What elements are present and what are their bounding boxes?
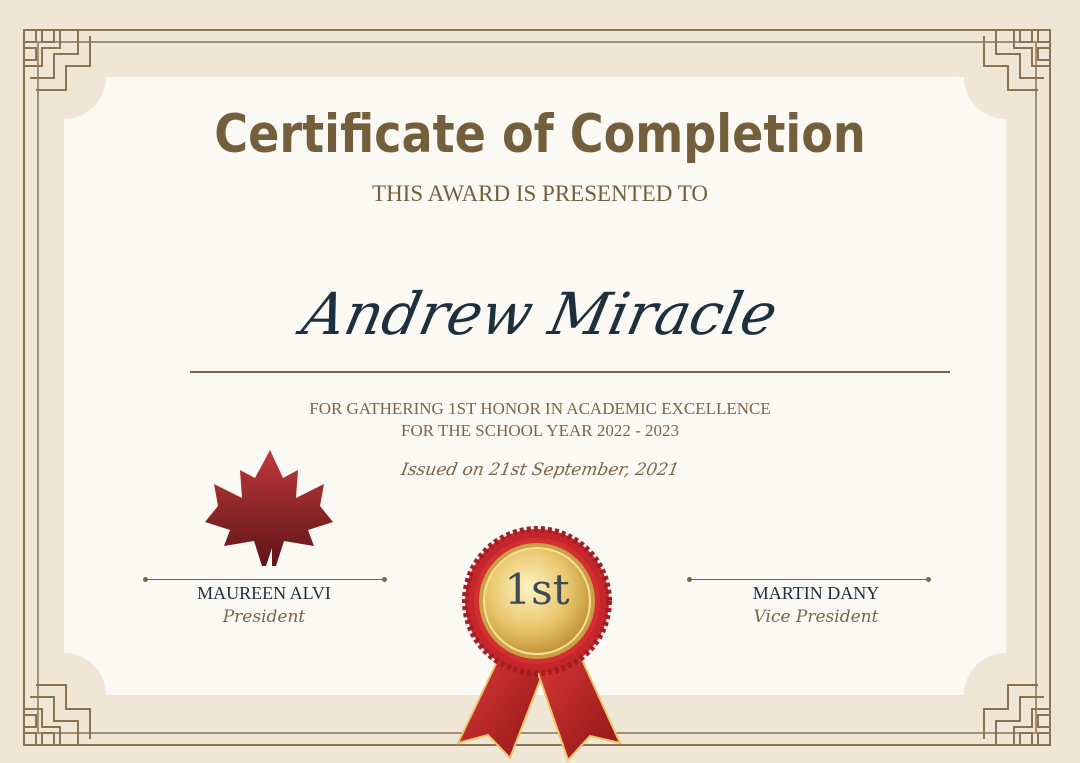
signatory-role-president: President: [222, 607, 306, 627]
recipient-underline: [190, 371, 950, 373]
signatory-name-president: MAUREEN ALVI: [197, 583, 331, 603]
signature-line-left: [146, 579, 384, 580]
ribbon-medal-icon: [456, 526, 622, 762]
signature-line-dot: [687, 577, 692, 582]
presented-to-label: THIS AWARD IS PRESENTED TO: [372, 181, 708, 206]
signature-line-dot: [143, 577, 148, 582]
recipient-name: Andrew Miracle: [296, 280, 784, 348]
certificate-title: Certificate of Completion: [214, 104, 866, 165]
signature-line-dot: [382, 577, 387, 582]
award-reason-line-2: FOR THE SCHOOL YEAR 2022 - 2023: [401, 421, 679, 440]
medal-label: 1st: [504, 565, 570, 614]
corner-ornament-bottom-left: [23, 684, 91, 746]
corner-ornament-top-right: [983, 29, 1051, 91]
corner-ornament-bottom-right: [983, 684, 1051, 746]
signature-line-right: [690, 579, 928, 580]
signatory-role-vice-president: Vice President: [753, 607, 879, 627]
signatory-name-vice-president: MARTIN DANY: [752, 583, 880, 603]
issue-date: Issued on 21st September, 2021: [399, 460, 681, 480]
signature-line-dot: [926, 577, 931, 582]
corner-ornament-top-left: [23, 29, 91, 91]
award-reason-line-1: FOR GATHERING 1ST HONOR IN ACADEMIC EXCE…: [309, 399, 771, 418]
